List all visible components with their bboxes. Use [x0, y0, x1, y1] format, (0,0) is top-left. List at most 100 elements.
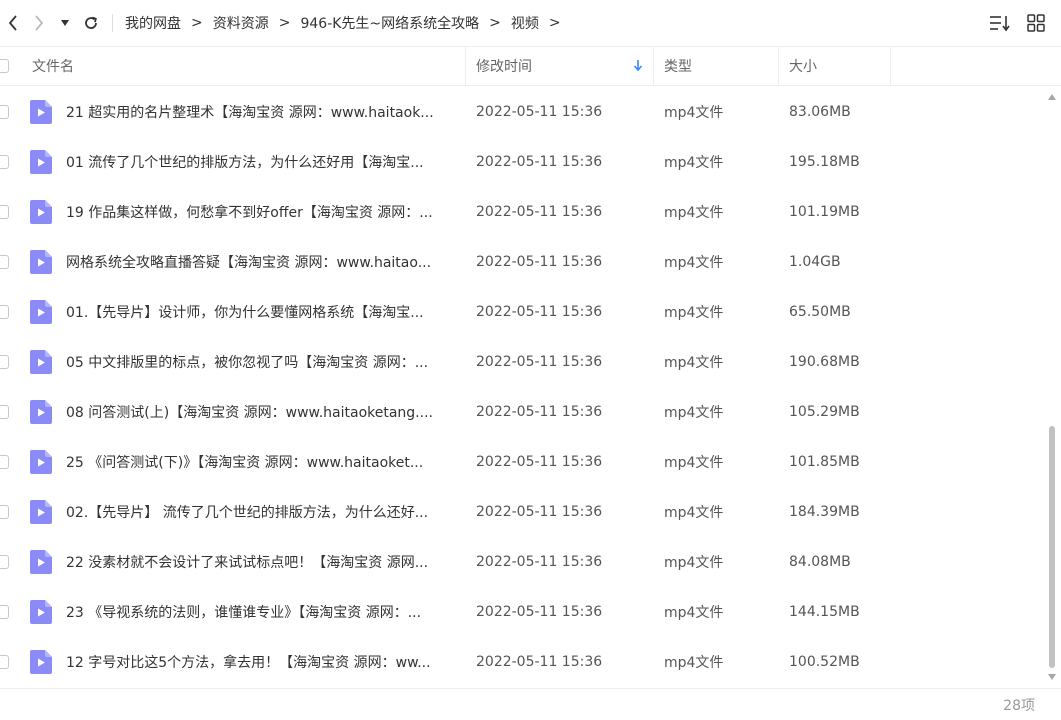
column-header-type-label: 类型 [664, 59, 692, 75]
breadcrumb-item-course[interactable]: 946-K先生~网络系统全攻略 [300, 13, 479, 33]
row-checkbox-cell [0, 605, 24, 619]
file-size: 101.85MB [789, 454, 860, 470]
file-modified-time: 2022-05-11 15:36 [476, 354, 603, 370]
view-controls [989, 0, 1047, 46]
row-checkbox[interactable] [0, 155, 9, 169]
column-header-time[interactable]: 修改时间 [466, 47, 654, 85]
file-name[interactable]: 网格系统全攻略直播答疑【海淘宝资 源网：www.haitao... [66, 252, 431, 272]
file-row[interactable]: 22 没素材就不会设计了来试试标点吧！【海淘宝资 源网... 2022-05-1… [0, 537, 1045, 587]
breadcrumb-item-my-drive[interactable]: 我的网盘 [125, 13, 181, 33]
scroll-down-arrow-icon[interactable] [1047, 672, 1057, 682]
file-size: 190.68MB [789, 354, 860, 370]
file-name[interactable]: 05 中文排版里的标点，被你忽视了吗【海淘宝资 源网：... [66, 352, 428, 372]
video-file-icon [30, 250, 52, 274]
row-checkbox[interactable] [0, 655, 9, 669]
refresh-button[interactable] [78, 0, 104, 46]
row-checkbox[interactable] [0, 105, 9, 119]
back-button[interactable] [0, 0, 26, 46]
row-checkbox[interactable] [0, 205, 9, 219]
file-row[interactable]: 01.【先导片】设计师，你为什么要懂网格系统【海淘宝... 2022-05-11… [0, 287, 1045, 337]
file-name-cell: 12 字号对比这5个方法，拿去用！【海淘宝资 源网：ww... [24, 650, 466, 674]
file-name[interactable]: 02.【先导片】 流传了几个世纪的排版方法，为什么还好... [66, 502, 428, 522]
file-name-cell: 网格系统全攻略直播答疑【海淘宝资 源网：www.haitao... [24, 250, 466, 274]
file-name-cell: 22 没素材就不会设计了来试试标点吧！【海淘宝资 源网... [24, 550, 466, 574]
column-header-type[interactable]: 类型 [654, 47, 779, 85]
file-row[interactable]: 25 《问答测试(下)》【海淘宝资 源网：www.haitaoket... 20… [0, 437, 1045, 487]
file-row[interactable]: 12 字号对比这5个方法，拿去用！【海淘宝资 源网：ww... 2022-05-… [0, 637, 1045, 687]
file-name[interactable]: 01.【先导片】设计师，你为什么要懂网格系统【海淘宝... [66, 302, 424, 322]
chevron-right-icon [35, 15, 44, 31]
file-name[interactable]: 01 流传了几个世纪的排版方法，为什么还好用【海淘宝... [66, 152, 424, 172]
scroll-track[interactable] [1049, 106, 1055, 668]
file-name[interactable]: 08 问答测试(上)【海淘宝资 源网：www.haitaoketang.... [66, 402, 433, 422]
file-type: mp4文件 [664, 255, 724, 271]
video-file-icon [30, 450, 52, 474]
file-row[interactable]: 01 流传了几个世纪的排版方法，为什么还好用【海淘宝... 2022-05-11… [0, 137, 1045, 187]
row-checkbox-cell [0, 105, 24, 119]
scroll-up-arrow-icon[interactable] [1047, 92, 1057, 102]
file-modified-time: 2022-05-11 15:36 [476, 604, 603, 620]
file-row[interactable]: 网格系统全攻略直播答疑【海淘宝资 源网：www.haitao... 2022-0… [0, 237, 1045, 287]
file-size: 100.52MB [789, 654, 860, 670]
sort-button[interactable] [989, 12, 1011, 34]
vertical-scrollbar[interactable] [1047, 92, 1057, 682]
video-file-icon [30, 550, 52, 574]
file-type: mp4文件 [664, 555, 724, 571]
row-checkbox-cell [0, 655, 24, 669]
file-name[interactable]: 21 超实用的名片整理术【海淘宝资 源网：www.haitaok... [66, 102, 434, 122]
file-name-cell: 01.【先导片】设计师，你为什么要懂网格系统【海淘宝... [24, 300, 466, 324]
file-type: mp4文件 [664, 605, 724, 621]
video-file-icon [30, 150, 52, 174]
status-bar: 28项 [0, 688, 1061, 720]
file-modified-time: 2022-05-11 15:36 [476, 404, 603, 420]
file-row[interactable]: 19 作品集这样做，何愁拿不到好offer【海淘宝资 源网：... 2022-0… [0, 187, 1045, 237]
file-size: 184.39MB [789, 504, 860, 520]
file-row[interactable]: 05 中文排版里的标点，被你忽视了吗【海淘宝资 源网：... 2022-05-1… [0, 337, 1045, 387]
scroll-thumb[interactable] [1049, 426, 1055, 668]
file-list: 21 超实用的名片整理术【海淘宝资 源网：www.haitaok... 2022… [0, 87, 1045, 687]
row-checkbox[interactable] [0, 505, 9, 519]
row-checkbox-cell [0, 155, 24, 169]
history-dropdown-button[interactable] [52, 0, 78, 46]
column-header-name[interactable]: 文件名 [24, 47, 466, 85]
file-name-cell: 23 《导视系统的法则，谁懂谁专业》【海淘宝资 源网：... [24, 600, 466, 624]
forward-button[interactable] [26, 0, 52, 46]
row-checkbox[interactable] [0, 555, 9, 569]
file-name[interactable]: 22 没素材就不会设计了来试试标点吧！【海淘宝资 源网... [66, 552, 428, 572]
row-checkbox[interactable] [0, 455, 9, 469]
video-file-icon [30, 500, 52, 524]
file-name[interactable]: 19 作品集这样做，何愁拿不到好offer【海淘宝资 源网：... [66, 202, 433, 222]
refresh-icon [85, 16, 97, 29]
file-row[interactable]: 23 《导视系统的法则，谁懂谁专业》【海淘宝资 源网：... 2022-05-1… [0, 587, 1045, 637]
file-name[interactable]: 23 《导视系统的法则，谁懂谁专业》【海淘宝资 源网：... [66, 602, 421, 622]
file-modified-time: 2022-05-11 15:36 [476, 654, 603, 670]
select-all-checkbox[interactable] [0, 59, 9, 73]
file-name[interactable]: 12 字号对比这5个方法，拿去用！【海淘宝资 源网：ww... [66, 652, 431, 672]
row-checkbox[interactable] [0, 305, 9, 319]
column-header-size[interactable]: 大小 [779, 47, 891, 85]
file-modified-time: 2022-05-11 15:36 [476, 154, 603, 170]
row-checkbox[interactable] [0, 605, 9, 619]
file-modified-time: 2022-05-11 15:36 [476, 104, 603, 120]
file-modified-time: 2022-05-11 15:36 [476, 254, 603, 270]
grid-view-icon [1027, 14, 1045, 32]
view-toggle-button[interactable] [1025, 12, 1047, 34]
column-header-size-label: 大小 [789, 59, 817, 75]
file-size: 144.15MB [789, 604, 860, 620]
file-type: mp4文件 [664, 305, 724, 321]
column-header-time-label: 修改时间 [476, 59, 532, 75]
row-checkbox-cell [0, 355, 24, 369]
file-row[interactable]: 21 超实用的名片整理术【海淘宝资 源网：www.haitaok... 2022… [0, 87, 1045, 137]
row-checkbox[interactable] [0, 255, 9, 269]
file-row[interactable]: 08 问答测试(上)【海淘宝资 源网：www.haitaoketang.... … [0, 387, 1045, 437]
file-type: mp4文件 [664, 155, 724, 171]
breadcrumb: 我的网盘 > 资料资源 > 946-K先生~网络系统全攻略 > 视频 > [125, 13, 571, 33]
file-row[interactable]: 02.【先导片】 流传了几个世纪的排版方法，为什么还好... 2022-05-1… [0, 487, 1045, 537]
row-checkbox[interactable] [0, 355, 9, 369]
file-name-cell: 25 《问答测试(下)》【海淘宝资 源网：www.haitaoket... [24, 450, 466, 474]
breadcrumb-item-resources[interactable]: 资料资源 [213, 13, 269, 33]
breadcrumb-separator: > [191, 15, 203, 31]
row-checkbox[interactable] [0, 405, 9, 419]
breadcrumb-item-videos[interactable]: 视频 [511, 13, 539, 33]
file-name[interactable]: 25 《问答测试(下)》【海淘宝资 源网：www.haitaoket... [66, 452, 423, 472]
